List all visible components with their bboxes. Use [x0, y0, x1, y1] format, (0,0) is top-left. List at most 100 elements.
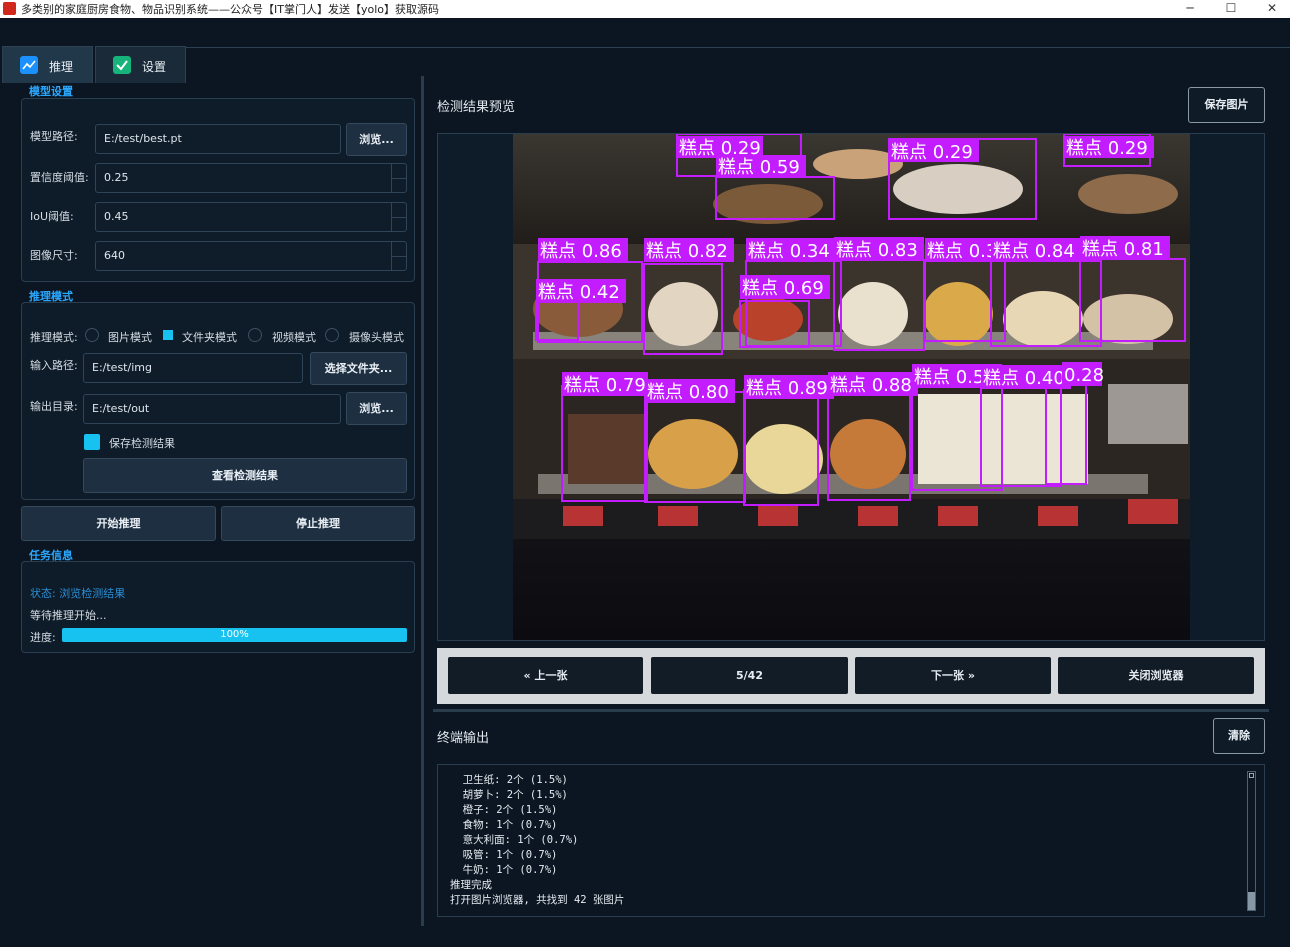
- tab-settings[interactable]: 设置: [95, 46, 186, 83]
- save-results-checkbox[interactable]: [84, 434, 100, 450]
- radio-image-mode[interactable]: [85, 328, 99, 342]
- terminal-line: 卫生纸: 2个 (1.5%): [450, 774, 568, 786]
- input-path-label: 输入路径:: [30, 359, 78, 372]
- size-spin-up-button[interactable]: [391, 242, 406, 256]
- window-title: 多类别的家庭厨房食物、物品识别系统——公众号【IT掌门人】发送【yolo】获取源…: [21, 3, 439, 16]
- detection-image: 糕点 0.29 糕点 0.59 糕点 0.29 糕点 0.29 糕点 0.86 …: [438, 134, 1264, 640]
- select-folder-button[interactable]: 选择文件夹...: [310, 352, 407, 385]
- tab-inference-label: 推理: [49, 60, 74, 74]
- det-label-9: 糕点 0.3: [927, 241, 997, 262]
- det-label-14: 糕点 0.79: [564, 375, 646, 396]
- terminal-line: 橙子: 2个 (1.5%): [450, 804, 558, 816]
- det-label-10: 糕点 0.84: [993, 241, 1075, 262]
- infer-mode-label: 推理模式:: [30, 331, 78, 344]
- progress-label: 进度:: [30, 631, 56, 644]
- iou-spin-down-button[interactable]: [391, 217, 406, 231]
- infer-mode-group: 推理模式: 图片模式 文件夹模式 视频模式 摄像头模式 输入路径: E:/tes…: [21, 302, 415, 500]
- iou-threshold-label: IoU阈值:: [30, 210, 74, 223]
- scroll-up-arrow-icon[interactable]: [1249, 773, 1254, 778]
- close-window-button[interactable]: ✕: [1252, 0, 1290, 18]
- app-content: 推理 设置 模型设置 模型路径: E:/test/best.pt 浏览... 置…: [0, 18, 1290, 947]
- model-settings-group: 模型路径: E:/test/best.pt 浏览... 置信度阈值: 0.25 …: [21, 98, 415, 282]
- det-label-6: 糕点 0.82: [646, 241, 728, 262]
- task-info-group: 状态: 浏览检测结果 等待推理开始... 进度: 100%: [21, 561, 415, 653]
- input-path-input[interactable]: E:/test/img: [83, 353, 303, 383]
- image-counter: 5/42: [651, 657, 848, 694]
- check-icon: [113, 56, 131, 74]
- tabbar-divider: [186, 47, 1290, 48]
- progress-text: 100%: [220, 629, 249, 640]
- view-results-button[interactable]: 查看检测结果: [83, 458, 407, 493]
- radio-folder-mode[interactable]: [163, 330, 173, 340]
- model-browse-button[interactable]: 浏览...: [346, 123, 407, 156]
- preview-frame: 糕点 0.29 糕点 0.59 糕点 0.29 糕点 0.29 糕点 0.86 …: [437, 133, 1265, 641]
- output-dir-label: 输出目录:: [30, 400, 78, 413]
- det-label-12: 糕点 0.42: [538, 282, 620, 303]
- status-text: 状态: 浏览检测结果: [30, 587, 126, 600]
- det-label-11: 糕点 0.81: [1082, 239, 1164, 260]
- radio-camera-mode[interactable]: [325, 328, 339, 342]
- clear-terminal-button[interactable]: 清除: [1213, 718, 1265, 754]
- iou-threshold-spinbox[interactable]: 0.45: [95, 202, 407, 232]
- terminal-output[interactable]: 卫生纸: 2个 (1.5%) 胡萝卜: 2个 (1.5%) 橙子: 2个 (1.…: [437, 764, 1265, 917]
- terminal-line: 胡萝卜: 2个 (1.5%): [450, 789, 568, 801]
- maximize-button[interactable]: ☐: [1211, 0, 1251, 18]
- det-label-20: 0.28: [1064, 365, 1104, 386]
- terminal-line: 打开图片浏览器, 共找到 42 张图片: [450, 894, 625, 906]
- det-label-5: 糕点 0.86: [540, 241, 622, 262]
- det-label-4: 糕点 0.29: [1066, 138, 1148, 159]
- save-results-label: 保存检测结果: [109, 437, 175, 450]
- output-browse-button[interactable]: 浏览...: [346, 392, 407, 425]
- det-label-16: 糕点 0.89: [746, 378, 828, 399]
- output-dir-input[interactable]: E:/test/out: [83, 394, 341, 424]
- det-label-15: 糕点 0.80: [647, 382, 729, 403]
- conf-spin-up-button[interactable]: [391, 164, 406, 178]
- stop-inference-button[interactable]: 停止推理: [221, 506, 415, 541]
- conf-threshold-label: 置信度阈值:: [30, 171, 89, 184]
- waiting-text: 等待推理开始...: [30, 609, 107, 622]
- next-image-button[interactable]: 下一张 »: [855, 657, 1051, 694]
- close-browser-button[interactable]: 关闭浏览器: [1058, 657, 1254, 694]
- model-path-input[interactable]: E:/test/best.pt: [95, 124, 341, 154]
- iou-threshold-value: 0.45: [104, 210, 129, 223]
- app-icon: [3, 2, 16, 15]
- progress-bar: 100%: [62, 628, 407, 642]
- terminal-line: 推理完成: [450, 879, 492, 891]
- radio-video-mode[interactable]: [248, 328, 262, 342]
- size-spin-down-button[interactable]: [391, 256, 406, 270]
- det-label-7: 糕点 0.34: [748, 241, 830, 262]
- tab-inference[interactable]: 推理: [2, 46, 93, 83]
- terminal-line: 牛奶: 1个 (0.7%): [450, 864, 558, 876]
- iou-spin-up-button[interactable]: [391, 203, 406, 217]
- chart-icon: [20, 56, 38, 74]
- start-inference-button[interactable]: 开始推理: [21, 506, 216, 541]
- vertical-splitter[interactable]: [421, 76, 424, 926]
- minimize-button[interactable]: ─: [1170, 0, 1210, 18]
- tab-settings-label: 设置: [142, 60, 167, 74]
- horizontal-splitter[interactable]: [433, 709, 1269, 712]
- image-size-label: 图像尺寸:: [30, 249, 78, 262]
- image-size-spinbox[interactable]: 640: [95, 241, 407, 271]
- terminal-line: 意大利面: 1个 (0.7%): [450, 834, 579, 846]
- conf-spin-down-button[interactable]: [391, 178, 406, 192]
- terminal-title: 终端输出: [437, 731, 490, 746]
- conf-threshold-spinbox[interactable]: 0.25: [95, 163, 407, 193]
- det-label-3: 糕点 0.29: [891, 142, 973, 163]
- terminal-line: 食物: 1个 (0.7%): [450, 819, 558, 831]
- radio-video-mode-label: 视频模式: [272, 331, 316, 344]
- radio-image-mode-label: 图片模式: [108, 331, 152, 344]
- window-titlebar: 多类别的家庭厨房食物、物品识别系统——公众号【IT掌门人】发送【yolo】获取源…: [0, 0, 1290, 18]
- model-path-label: 模型路径:: [30, 130, 78, 143]
- terminal-scrollbar[interactable]: [1247, 771, 1256, 911]
- det-label-8: 糕点 0.83: [836, 240, 918, 261]
- save-image-button[interactable]: 保存图片: [1188, 87, 1265, 123]
- prev-image-button[interactable]: « 上一张: [448, 657, 643, 694]
- terminal-line: 吸管: 1个 (0.7%): [450, 849, 558, 861]
- det-label-13: 糕点 0.69: [742, 278, 824, 299]
- det-label-17: 糕点 0.88: [830, 375, 912, 396]
- scrollbar-thumb[interactable]: [1248, 892, 1255, 910]
- conf-threshold-value: 0.25: [104, 171, 129, 184]
- det-label-2: 糕点 0.59: [718, 157, 800, 178]
- det-label-19: 糕点 0.40: [983, 368, 1065, 389]
- image-navigation-bar: « 上一张 5/42 下一张 » 关闭浏览器: [437, 648, 1265, 704]
